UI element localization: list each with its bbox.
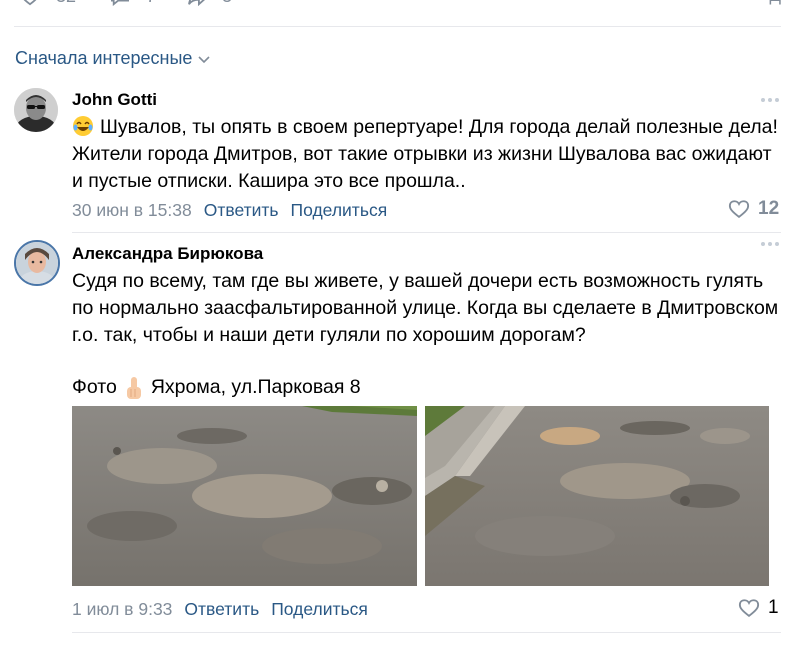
comment-author[interactable]: John Gotti (72, 90, 157, 110)
heart-icon (738, 598, 760, 617)
road-photo-2[interactable] (425, 406, 769, 586)
avatar[interactable] (14, 240, 60, 286)
avatar[interactable] (14, 88, 58, 132)
divider (72, 232, 781, 233)
post-shares-count: 3 (222, 0, 232, 7)
laughing-emoji-icon (73, 116, 93, 136)
comment-like-button[interactable]: 1 (738, 597, 779, 619)
share-icon[interactable] (186, 0, 210, 6)
comment-menu-button[interactable] (761, 98, 779, 102)
comment-meta: 30 июн в 15:38 Ответить Поделиться (72, 200, 387, 221)
post-likes-count: 32 (56, 0, 76, 7)
comment-date[interactable]: 1 июл в 9:33 (72, 599, 172, 620)
comment-text: Шувалов, ты опять в своем репертуаре! Дл… (72, 114, 782, 195)
comment-author[interactable]: Александра Бирюкова (72, 244, 263, 264)
comments-sort-dropdown[interactable]: Сначала интересные (15, 48, 210, 69)
post-comments-count: 7 (146, 0, 156, 7)
caption-prefix: Фото (72, 376, 117, 398)
share-button[interactable]: Поделиться (291, 200, 388, 221)
caption-location: Яхрома, ул.Парковая 8 (150, 376, 361, 398)
heart-icon (728, 199, 750, 218)
post-views-label: Д (769, 0, 781, 6)
comment-meta: 1 июл в 9:33 Ответить Поделиться (72, 599, 368, 620)
share-button[interactable]: Поделиться (271, 599, 368, 620)
road-photo-1[interactable] (72, 406, 417, 586)
comment-date[interactable]: 30 июн в 15:38 (72, 200, 192, 221)
photo-caption: Фото Яхрома, ул.Парковая 8 (72, 374, 782, 401)
divider (72, 632, 781, 633)
reply-button[interactable]: Ответить (184, 599, 259, 620)
divider (14, 26, 781, 27)
comment-body: Судя по всему, там где вы живете, у ваше… (72, 270, 779, 346)
chevron-down-icon (198, 55, 210, 63)
comment-menu-button[interactable] (761, 242, 779, 246)
pointing-down-hand-icon (126, 376, 141, 399)
heart-icon[interactable] (18, 0, 42, 6)
sort-label: Сначала интересные (15, 48, 193, 68)
comment-icon[interactable] (108, 0, 132, 6)
reply-button[interactable]: Ответить (204, 200, 279, 221)
comment-like-button[interactable]: 12 (728, 198, 779, 220)
comment-like-count: 1 (768, 597, 779, 618)
comment-body: Шувалов, ты опять в своем репертуаре! Дл… (72, 116, 778, 192)
post-stats-bar: 32 7 3 Д (0, 0, 795, 12)
comment-like-count: 12 (758, 198, 780, 219)
